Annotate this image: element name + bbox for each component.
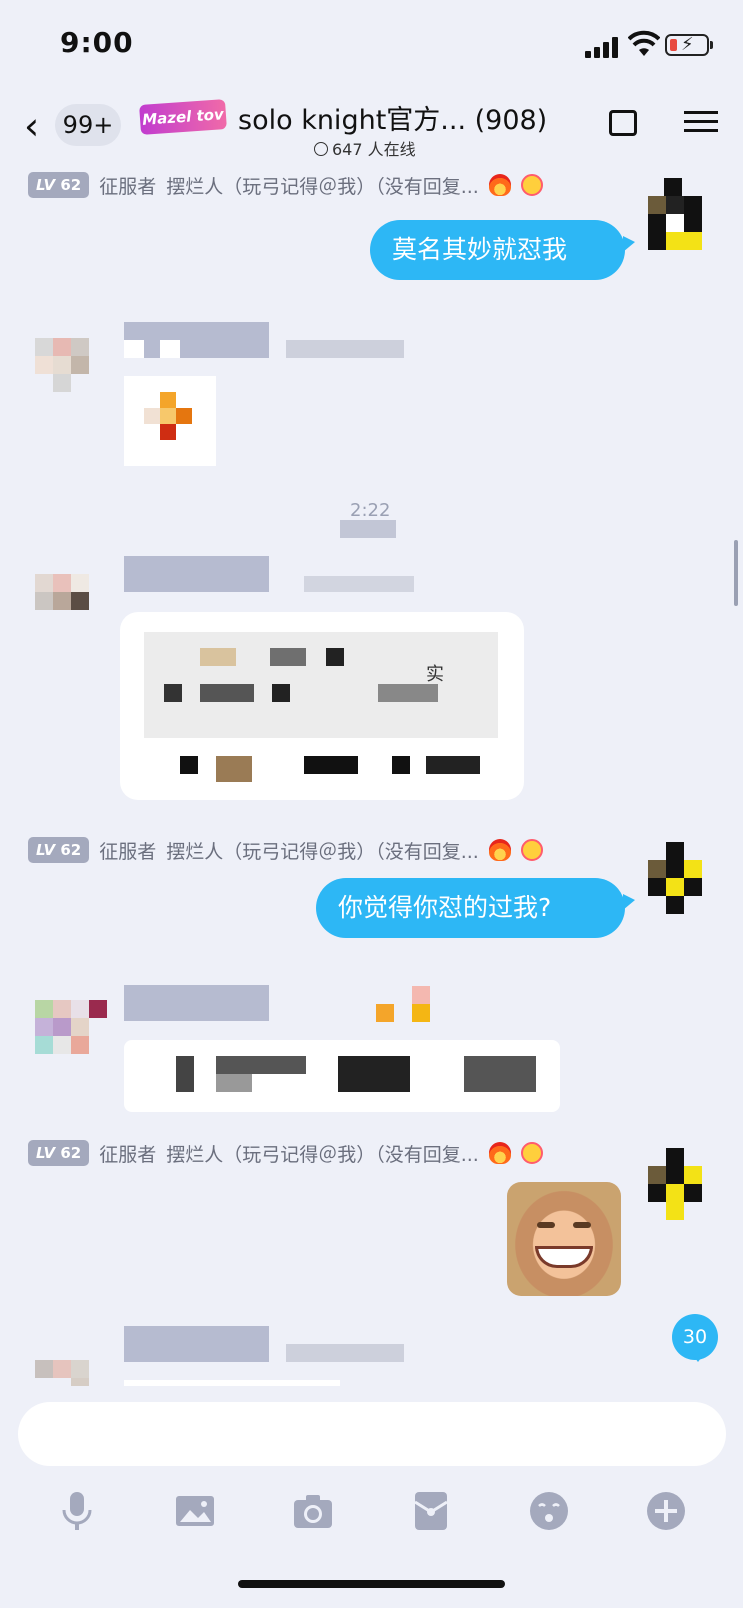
sender-name: 摆烂人（玩弓记得＠我）（没有回复... bbox=[166, 175, 479, 198]
sticker-message[interactable] bbox=[124, 376, 216, 466]
smile-badge-icon bbox=[520, 174, 543, 196]
timestamp: 2:22 bbox=[350, 500, 391, 521]
sender-line: LV 62 征服者 摆烂人（玩弓记得＠我）（没有回复... bbox=[28, 172, 543, 198]
timestamp-blur bbox=[340, 520, 396, 538]
bubble-tail bbox=[623, 894, 635, 910]
online-icon bbox=[314, 142, 328, 156]
blurred-badge bbox=[412, 986, 430, 1022]
message-input[interactable] bbox=[18, 1402, 726, 1466]
battery-icon: ⚡ bbox=[665, 34, 709, 56]
blurred-block bbox=[124, 340, 144, 358]
message-bubble[interactable]: 莫名其妙就怼我 bbox=[370, 220, 625, 280]
scrollbar[interactable] bbox=[734, 540, 738, 606]
sender-line: LV 62 征服者 摆烂人（玩弓记得＠我）（没有回复... bbox=[28, 837, 543, 863]
level-badge: LV 62 bbox=[28, 837, 90, 863]
shared-card-message[interactable]: 实 bbox=[120, 612, 524, 800]
sender-line: LV 62 征服者 摆烂人（玩弓记得＠我）（没有回复... bbox=[28, 1140, 543, 1166]
blurred-badges bbox=[286, 1344, 404, 1362]
online-count-text: 647 人在线 bbox=[332, 140, 416, 159]
camera-icon[interactable] bbox=[292, 1490, 334, 1532]
smiling-face-sticker[interactable] bbox=[507, 1182, 621, 1296]
message-bubble[interactable]: 你觉得你怼的过我? bbox=[316, 878, 625, 938]
blurred-name bbox=[124, 1326, 269, 1362]
avatar[interactable] bbox=[35, 338, 107, 410]
message-bubble-blurred[interactable] bbox=[124, 1040, 560, 1112]
fire-badge-icon bbox=[488, 174, 511, 196]
blurred-name bbox=[124, 322, 269, 358]
sender-title: 征服者 bbox=[99, 175, 157, 198]
sender-title: 征服者 bbox=[99, 1143, 157, 1166]
sender-title: 征服者 bbox=[99, 840, 157, 863]
self-avatar[interactable] bbox=[648, 1148, 718, 1220]
blurred-badges bbox=[304, 576, 414, 592]
image-icon[interactable] bbox=[174, 1490, 216, 1532]
unread-back-badge[interactable]: 99+ bbox=[55, 104, 121, 146]
home-indicator[interactable] bbox=[238, 1580, 505, 1588]
group-logo: Mazel tov bbox=[139, 99, 227, 135]
red-packet-icon[interactable] bbox=[410, 1490, 452, 1532]
back-chevron-icon[interactable]: ‹ bbox=[24, 104, 39, 148]
online-count: 647 人在线 bbox=[314, 136, 416, 160]
smile-badge-icon bbox=[520, 1142, 543, 1164]
group-title[interactable]: solo knight官方... (908) bbox=[238, 98, 547, 137]
self-avatar[interactable] bbox=[648, 178, 718, 252]
group-apps-icon[interactable] bbox=[609, 110, 637, 136]
fire-badge-icon bbox=[488, 839, 511, 861]
blurred-char: 实 bbox=[426, 664, 444, 685]
battery-tip bbox=[710, 41, 713, 49]
status-time: 9:00 bbox=[60, 26, 134, 59]
emoji-icon[interactable] bbox=[528, 1490, 570, 1532]
mic-icon[interactable] bbox=[56, 1490, 98, 1532]
fire-badge-icon bbox=[488, 1142, 511, 1164]
sender-name: 摆烂人（玩弓记得＠我）（没有回复... bbox=[166, 1143, 479, 1166]
new-messages-badge[interactable]: 30 bbox=[672, 1314, 718, 1362]
blurred-badges bbox=[286, 340, 404, 358]
self-avatar[interactable] bbox=[648, 842, 718, 916]
blurred-badge bbox=[376, 1004, 394, 1022]
blurred-name bbox=[124, 985, 269, 1021]
avatar[interactable] bbox=[35, 1000, 107, 1054]
plus-icon[interactable] bbox=[645, 1490, 687, 1532]
bubble-tail bbox=[623, 236, 635, 252]
level-badge: LV 62 bbox=[28, 1140, 90, 1166]
smile-badge-icon bbox=[520, 839, 543, 861]
blurred-block bbox=[160, 340, 180, 358]
blurred-name bbox=[124, 556, 269, 592]
avatar[interactable] bbox=[35, 574, 107, 628]
wifi-icon bbox=[628, 30, 660, 56]
sender-name: 摆烂人（玩弓记得＠我）（没有回复... bbox=[166, 840, 479, 863]
menu-icon[interactable] bbox=[684, 106, 718, 136]
level-badge: LV 62 bbox=[28, 172, 90, 198]
cellular-signal-icon bbox=[585, 37, 618, 58]
